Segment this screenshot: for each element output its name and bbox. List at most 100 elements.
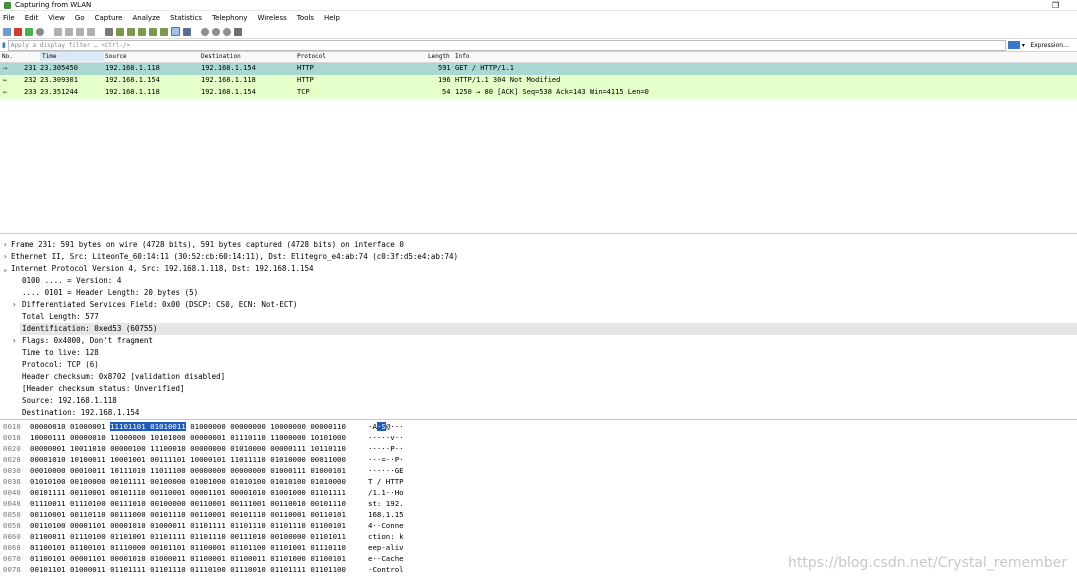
title-bar: Capturing from WLAN ❐ — [0, 0, 1077, 11]
bytes-row[interactable]: 0030 00010000 00010011 10111010 11011100 … — [0, 465, 1077, 476]
shark-fin-icon[interactable] — [3, 27, 11, 36]
resize-columns-icon[interactable] — [234, 27, 242, 36]
column-length[interactable]: Length — [428, 53, 450, 60]
detail-row[interactable]: [Header checksum status: Unverified] — [0, 383, 1077, 395]
detail-row[interactable]: .... 0101 = Header Length: 20 bytes (5) — [0, 287, 1077, 299]
byte-bits: 00000010 01000001 — [30, 422, 111, 431]
go-to-packet-icon[interactable] — [138, 27, 146, 36]
expand-icon[interactable]: › — [12, 300, 17, 309]
byte-ascii: ction: k — [368, 532, 404, 541]
byte-offset: 0028 — [3, 455, 21, 464]
save-file-icon[interactable] — [65, 27, 73, 36]
packet-destination: 192.168.1.154 — [201, 88, 256, 96]
bytes-row[interactable]: 0020 00000001 10011010 00000100 11100010 … — [0, 443, 1077, 454]
byte-ascii: 4··Conne — [368, 521, 404, 530]
packet-list: → 231 23.305450 192.168.1.118 192.168.1.… — [0, 63, 1077, 234]
bytes-row[interactable]: 0058 00110100 00001101 00001010 01000011 … — [0, 520, 1077, 531]
close-file-icon[interactable] — [76, 27, 84, 36]
menu-file[interactable]: File — [3, 14, 15, 22]
menu-wireless[interactable]: Wireless — [257, 14, 286, 22]
menu-go[interactable]: Go — [75, 14, 85, 22]
menu-capture[interactable]: Capture — [95, 14, 123, 22]
byte-ascii-selected: ·S — [376, 422, 386, 431]
watermark: https://blog.csdn.net/Crystal_remember — [787, 555, 1067, 571]
detail-row[interactable]: › Differentiated Services Field: 0x00 (DS… — [0, 299, 1077, 311]
display-filter-input[interactable]: Apply a display filter … <Ctrl-/> — [7, 39, 1007, 51]
autoscroll-icon[interactable] — [171, 27, 180, 36]
packet-row[interactable]: ← 232 23.309301 192.168.1.154 192.168.1.… — [0, 75, 1077, 87]
bytes-row[interactable]: 0048 01110011 01110100 00111010 00100000 … — [0, 498, 1077, 509]
apply-filter-arrow-icon[interactable] — [1008, 41, 1021, 49]
packet-length: 196 — [438, 76, 451, 84]
byte-offset: 0010 — [3, 422, 21, 431]
restart-icon[interactable] — [25, 27, 33, 36]
menu-view[interactable]: View — [48, 14, 65, 22]
column-destination[interactable]: Destination — [201, 53, 241, 60]
detail-row[interactable]: ⌄ Internet Protocol Version 4, Src: 192.1… — [0, 263, 1077, 275]
response-arrow-icon: ← — [3, 76, 8, 84]
detail-row[interactable]: Header checksum: 0x8702 [validation disa… — [0, 371, 1077, 383]
bytes-row[interactable]: 0018 10000111 00000010 11000000 10101000 … — [0, 432, 1077, 443]
packet-row[interactable]: ← 233 23.351244 192.168.1.118 192.168.1.… — [0, 87, 1077, 99]
menu-tools[interactable]: Tools — [297, 14, 314, 22]
detail-row[interactable]: 0100 .... = Version: 4 — [0, 275, 1077, 287]
zoom-in-icon[interactable] — [201, 27, 209, 36]
menu-telephony[interactable]: Telephony — [212, 14, 247, 22]
open-file-icon[interactable] — [54, 27, 62, 36]
collapse-icon[interactable]: ⌄ — [3, 264, 8, 273]
bytes-row[interactable]: 0060 01100011 01110100 01101001 01101111 … — [0, 531, 1077, 542]
bytes-row[interactable]: 0068 01100101 01100101 01110000 00101101 … — [0, 542, 1077, 553]
reload-icon[interactable] — [87, 27, 95, 36]
packet-details-pane: › Frame 231: 591 bytes on wire (4728 bits… — [0, 237, 1077, 420]
column-info[interactable]: Info — [455, 53, 469, 60]
expand-icon[interactable]: › — [3, 252, 8, 261]
column-no[interactable]: No. — [2, 53, 13, 60]
expand-icon[interactable]: › — [12, 336, 17, 345]
zoom-out-icon[interactable] — [212, 27, 220, 36]
menu-help[interactable]: Help — [324, 14, 340, 22]
column-time[interactable]: Time — [40, 52, 104, 61]
restore-window-button[interactable]: ❐ — [1052, 1, 1059, 10]
detail-text: Total Length: 577 — [22, 312, 99, 321]
bytes-row[interactable]: 0028 00001010 10100011 10001001 00111101 … — [0, 454, 1077, 465]
menu-edit[interactable]: Edit — [25, 14, 39, 22]
first-packet-icon[interactable] — [149, 27, 157, 36]
forward-icon[interactable] — [127, 27, 135, 36]
back-icon[interactable] — [116, 27, 124, 36]
stop-icon[interactable] — [14, 27, 22, 36]
bytes-row[interactable]: 0010 00000010 01000001 11101101 01010011 … — [0, 421, 1077, 432]
detail-row[interactable]: › Ethernet II, Src: LiteonTe_60:14:11 (30… — [0, 251, 1077, 263]
detail-row[interactable]: Destination: 192.168.1.154 — [0, 407, 1077, 419]
detail-row-selected[interactable]: Identification: 0xed53 (60755) — [20, 323, 1077, 335]
last-packet-icon[interactable] — [160, 27, 168, 36]
bytes-row[interactable]: 0040 00101111 00110001 00101110 00110001 … — [0, 487, 1077, 498]
packet-protocol: TCP — [297, 88, 310, 96]
normal-size-icon[interactable] — [223, 27, 231, 36]
detail-row[interactable]: Protocol: TCP (6) — [0, 359, 1077, 371]
detail-row[interactable]: › Frame 231: 591 bytes on wire (4728 bits… — [0, 239, 1077, 251]
bytes-row[interactable]: 0050 00110001 00110110 00111000 00101110 … — [0, 509, 1077, 520]
colorize-icon[interactable] — [183, 27, 191, 36]
column-source[interactable]: Source — [105, 53, 127, 60]
byte-bits: 00001010 10100011 10001001 00111101 1000… — [30, 455, 346, 464]
packet-row[interactable]: → 231 23.305450 192.168.1.118 192.168.1.… — [0, 63, 1077, 75]
expression-button[interactable]: Expression… — [1026, 42, 1075, 49]
detail-row[interactable]: Time to live: 128 — [0, 347, 1077, 359]
byte-bits: 10000111 00000010 11000000 10101000 0000… — [30, 433, 346, 442]
detail-row[interactable]: Source: 192.168.1.118 — [0, 395, 1077, 407]
menu-statistics[interactable]: Statistics — [170, 14, 202, 22]
packet-destination: 192.168.1.154 — [201, 64, 256, 72]
menu-analyze[interactable]: Analyze — [132, 14, 160, 22]
main-toolbar — [0, 25, 1077, 39]
byte-ascii: /1.1··Ho — [368, 488, 404, 497]
find-icon[interactable] — [105, 27, 113, 36]
detail-text: Source: 192.168.1.118 — [22, 396, 117, 405]
request-arrow-icon: → — [3, 64, 8, 72]
expand-icon[interactable]: › — [3, 240, 8, 249]
detail-row[interactable]: Total Length: 577 — [0, 311, 1077, 323]
bytes-row[interactable]: 0038 01010100 00100000 00101111 00100000 … — [0, 476, 1077, 487]
byte-bits: 01110011 01110100 00111010 00100000 0011… — [30, 499, 346, 508]
detail-row[interactable]: › Flags: 0x4000, Don't fragment — [0, 335, 1077, 347]
column-protocol[interactable]: Protocol — [297, 53, 326, 60]
options-gear-icon[interactable] — [36, 27, 44, 36]
